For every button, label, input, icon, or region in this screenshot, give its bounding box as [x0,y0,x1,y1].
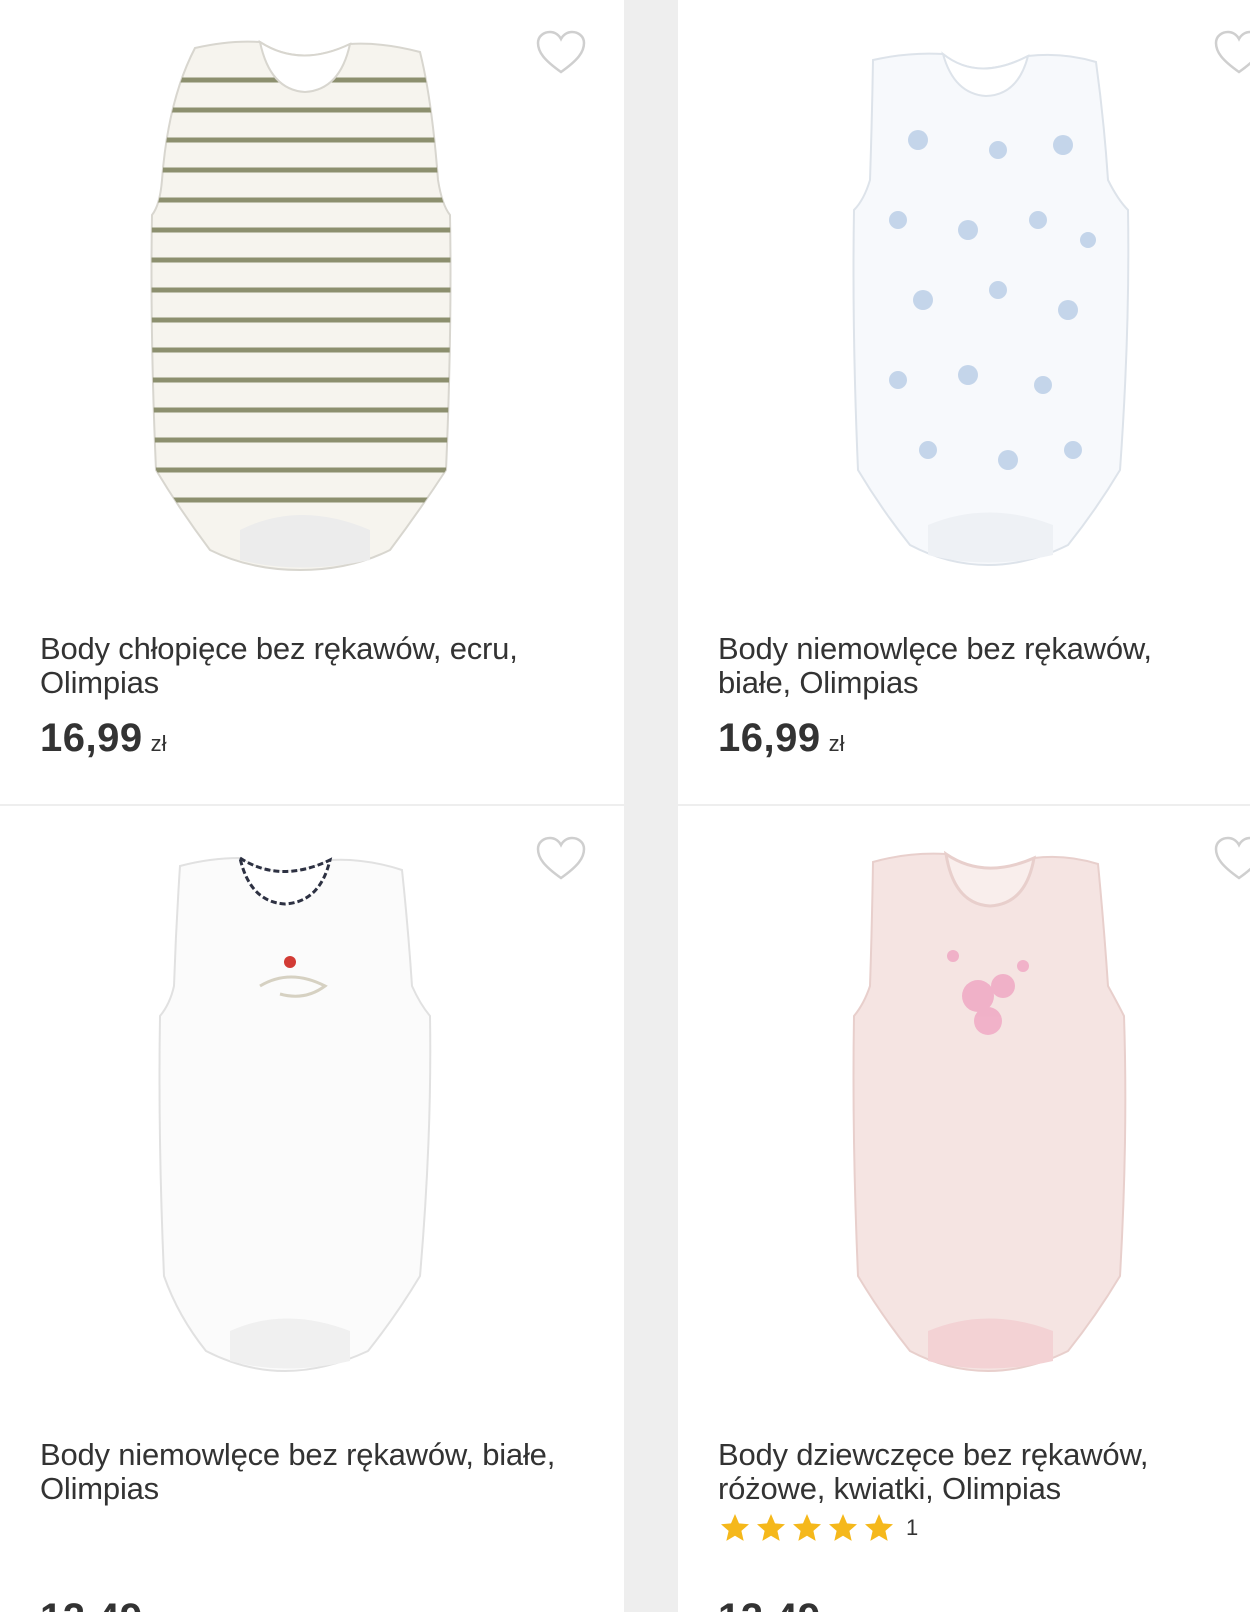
star-icon [790,1512,824,1544]
product-grid: Body chłopięce bez rękawów, ecru, Olimpi… [0,0,1250,1612]
product-image[interactable] [120,30,480,600]
price-amount: 12,49 [718,1596,821,1612]
product-card[interactable]: Body niemowlęce bez rękawów, białe, Olim… [678,0,1250,804]
favorite-heart-icon[interactable] [1214,836,1250,882]
product-card[interactable]: Body chłopięce bez rękawów, ecru, Olimpi… [0,0,624,804]
pink-bodysuit-image [852,850,1127,1373]
striped-bodysuit-image [150,39,452,572]
product-card[interactable]: Body niemowlęce bez rękawów, białe, Olim… [0,806,624,1612]
product-price: 12,49zł [718,1596,845,1612]
product-card[interactable]: Body dziewczęce bez rękawów, różowe, kwi… [678,806,1250,1612]
price-currency: zł [150,731,167,756]
product-rating[interactable]: 1 [718,1512,918,1544]
rating-count: 1 [906,1515,919,1540]
favorite-heart-icon[interactable] [536,30,586,76]
white-blue-bodysuit-image [852,51,1130,567]
product-image[interactable] [828,30,1188,600]
product-price: 16,99 zł [40,716,167,761]
star-icon [718,1512,752,1544]
white-scalloped-bodysuit-image [158,854,432,1373]
star-icon [862,1512,896,1544]
product-price: 16,99 zł [718,716,845,761]
favorite-heart-icon[interactable] [536,836,586,882]
product-image[interactable] [828,836,1188,1406]
favorite-heart-icon[interactable] [1214,30,1250,76]
star-icon [826,1512,860,1544]
price-amount: 16,99 [40,716,143,760]
product-title[interactable]: Body chłopięce bez rękawów, ecru, Olimpi… [40,632,580,700]
price-amount: 12,49 [40,1596,143,1612]
price-currency: zł [828,731,845,756]
product-price: 12,49zł [40,1596,167,1612]
price-amount: 16,99 [718,716,821,760]
product-title[interactable]: Body niemowlęce bez rękawów, białe, Olim… [40,1438,580,1506]
product-title[interactable]: Body niemowlęce bez rękawów, białe, Olim… [718,632,1228,700]
star-icon [754,1512,788,1544]
product-title[interactable]: Body dziewczęce bez rękawów, różowe, kwi… [718,1438,1228,1506]
product-image[interactable] [120,836,480,1406]
